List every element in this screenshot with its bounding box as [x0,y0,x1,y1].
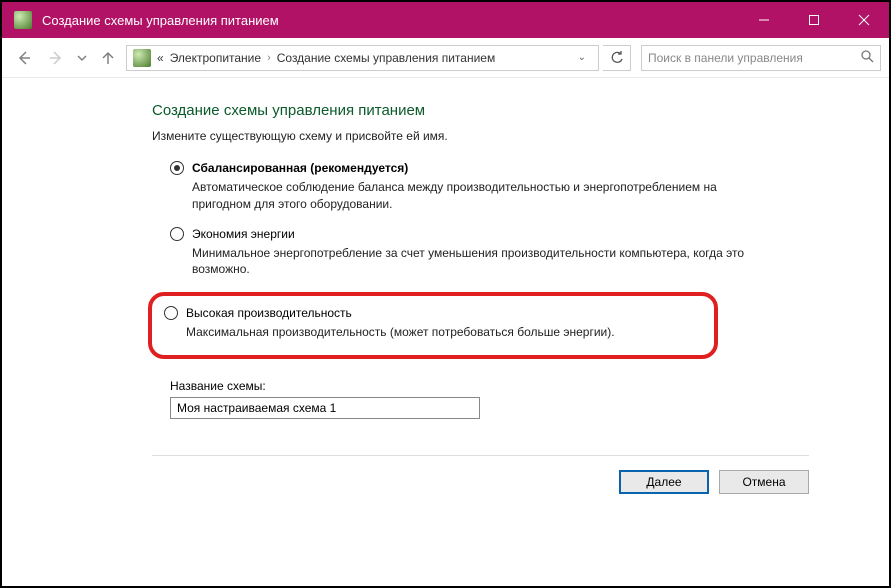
option-desc: Максимальная производительность (может п… [186,324,702,341]
next-button[interactable]: Далее [619,470,709,494]
navbar: « Электропитание › Создание схемы управл… [2,38,889,78]
power-plan-option-balanced: Сбалансированная (рекомендуется) Автомат… [170,161,809,213]
search-input[interactable]: Поиск в панели управления [641,45,881,71]
highlight-callout: Высокая производительность Максимальная … [148,292,718,359]
option-desc: Минимальное энергопотребление за счет ум… [192,245,762,279]
nav-back-button[interactable] [10,44,38,72]
breadcrumb-item-1[interactable]: Создание схемы управления питанием [277,51,495,65]
nav-forward-button[interactable] [42,44,70,72]
breadcrumb-item-0[interactable]: Электропитание [170,51,261,65]
control-panel-icon [133,49,151,67]
search-placeholder: Поиск в панели управления [648,51,803,65]
option-label[interactable]: Сбалансированная (рекомендуется) [192,161,408,175]
divider [152,455,809,456]
maximize-button[interactable] [789,2,839,38]
option-desc: Автоматическое соблюдение баланса между … [192,179,762,213]
page-subtitle: Измените существующую схему и присвойте … [152,129,809,143]
minimize-icon [758,14,770,26]
plan-name-input[interactable] [170,397,480,419]
chevron-right-icon: › [267,52,271,64]
breadcrumb-prefix: « [157,51,164,65]
radio-balanced[interactable] [170,161,184,175]
arrow-up-icon [100,50,116,66]
minimize-button[interactable] [739,2,789,38]
plan-name-block: Название схемы: [170,379,809,419]
refresh-button[interactable] [603,45,631,71]
power-plan-option-saver: Экономия энергии Минимальное энергопотре… [170,227,809,279]
chevron-down-icon [77,53,87,63]
power-plan-option-high-performance: Высокая производительность Максимальная … [164,306,702,341]
radio-saver[interactable] [170,227,184,241]
close-button[interactable] [839,2,889,38]
nav-recent-button[interactable] [74,44,90,72]
maximize-icon [808,14,820,26]
nav-up-button[interactable] [94,44,122,72]
option-label[interactable]: Высокая производительность [186,306,352,320]
content-area: Создание схемы управления питанием Измен… [2,78,889,586]
plan-name-label: Название схемы: [170,379,809,393]
radio-high-performance[interactable] [164,306,178,320]
cancel-button[interactable]: Отмена [719,470,809,494]
window-frame: Создание схемы управления питанием [0,0,891,588]
breadcrumb[interactable]: « Электропитание › Создание схемы управл… [126,45,599,71]
arrow-left-icon [16,50,32,66]
app-icon [14,11,32,29]
arrow-right-icon [48,50,64,66]
window-title: Создание схемы управления питанием [42,13,739,28]
breadcrumb-dropdown[interactable]: ⌄ [572,52,592,63]
titlebar: Создание схемы управления питанием [2,2,889,38]
refresh-icon [610,51,624,65]
close-icon [858,14,870,26]
page-title: Создание схемы управления питанием [152,102,809,119]
option-label[interactable]: Экономия энергии [192,227,295,241]
search-icon [860,49,874,66]
